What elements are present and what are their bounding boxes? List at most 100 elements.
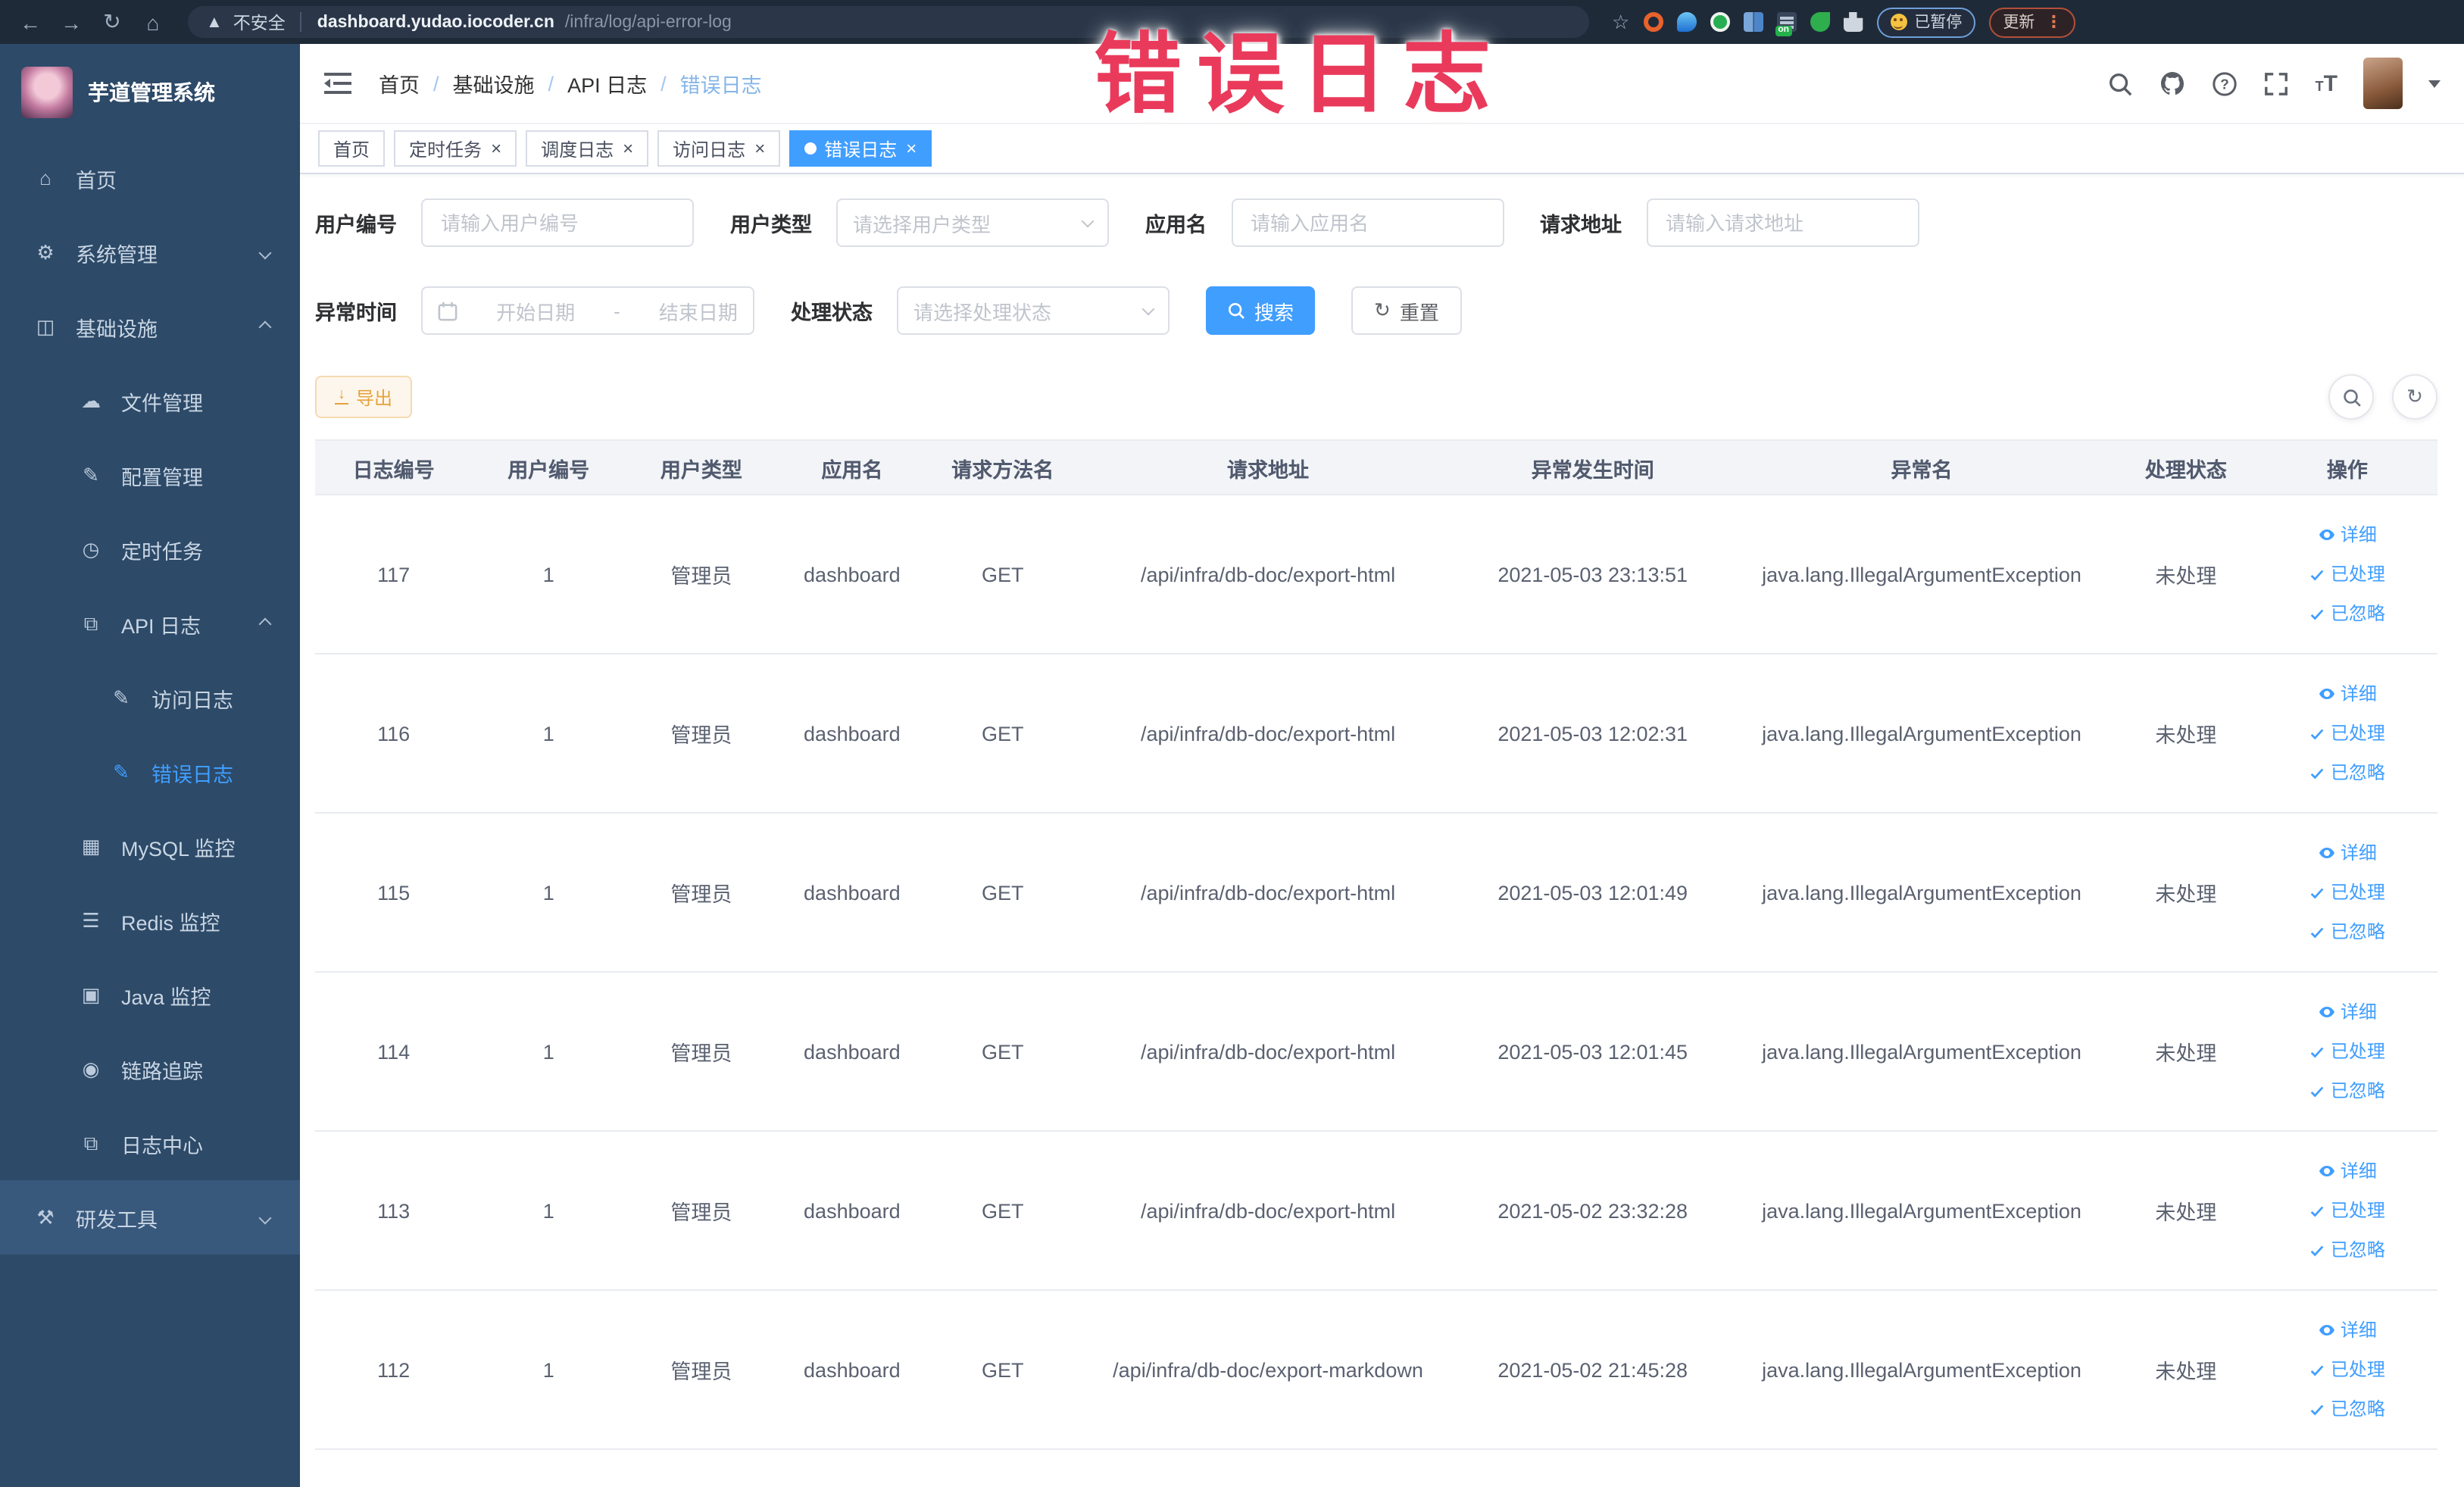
user-id-input[interactable]: [421, 198, 694, 247]
ignored-action-link[interactable]: 已忽略: [2263, 912, 2431, 951]
forward-icon[interactable]: →: [56, 10, 86, 34]
filter-row-2: 异常时间 开始日期 - 结束日期 处理状态 请选择处理状态 搜索 ↻ 重置: [315, 286, 2437, 335]
detail-action-link[interactable]: 详细: [2263, 674, 2431, 714]
table-row: 112 1 管理员 dashboard GET/api/infra/db-doc/exp…: [315, 1290, 2437, 1450]
sidebar-item-label: MySQL 监控: [121, 837, 236, 860]
sidebar-item-config[interactable]: ✎ 配置管理: [0, 438, 300, 512]
address-bar[interactable]: ▲ 不安全 dashboard.yudao.iocoder.cn /infra/…: [188, 6, 1589, 38]
reload-icon[interactable]: ↻: [97, 9, 127, 35]
extensions-puzzle-icon[interactable]: [1843, 12, 1863, 32]
tab-home[interactable]: 首页: [318, 130, 386, 167]
col-user-id: 用户编号: [472, 439, 626, 495]
sidebar-item-file[interactable]: ☁ 文件管理: [0, 364, 300, 438]
sidebar-item-api-log[interactable]: ⧉ API 日志: [0, 586, 300, 661]
extension-icon-5[interactable]: on: [1775, 12, 1797, 36]
processed-action-link[interactable]: 已处理: [2263, 1350, 2431, 1389]
cell-status: 未处理: [2115, 1131, 2257, 1291]
font-size-icon[interactable]: TT: [2316, 70, 2338, 96]
svg-text:?: ?: [2221, 77, 2230, 92]
sidebar-item-label: 配置管理: [121, 466, 203, 489]
browser-menu-icon[interactable]: ⋮: [2045, 12, 2062, 32]
processed-action-link[interactable]: 已处理: [2263, 1032, 2431, 1071]
tab-close-icon[interactable]: ×: [491, 138, 501, 159]
table-row: 113 1 管理员 dashboard GET/api/infra/db-doc/exp…: [315, 1131, 2437, 1291]
refresh-table-button[interactable]: ↻: [2392, 374, 2437, 420]
cell-user_type: 管理员: [625, 654, 778, 814]
caret-down-icon[interactable]: [2428, 80, 2441, 87]
browser-extensions-area: ☆ on 已暂停 更新 ⋮: [1612, 7, 2076, 37]
sidebar-item-java[interactable]: ▣ Java 监控: [0, 957, 300, 1032]
eye-icon: ◉: [82, 1057, 100, 1079]
process-status-label: 处理状态: [791, 301, 873, 324]
search-icon[interactable]: [2108, 70, 2134, 96]
monitor-icon: ◫: [36, 314, 55, 337]
process-status-select[interactable]: 请选择处理状态: [897, 286, 1170, 335]
cell-method: GET: [926, 1290, 1079, 1450]
tab-close-icon[interactable]: ×: [754, 138, 765, 159]
processed-action-link[interactable]: 已处理: [2263, 714, 2431, 753]
search-button[interactable]: 搜索: [1206, 286, 1316, 335]
fullscreen-icon[interactable]: [2264, 70, 2290, 96]
sidebar-item-devtools[interactable]: ⚒ 研发工具: [0, 1180, 300, 1254]
detail-action-link[interactable]: 详细: [2263, 992, 2431, 1032]
exception-time-range-picker[interactable]: 开始日期 - 结束日期: [421, 286, 754, 335]
ignored-action-link[interactable]: 已忽略: [2263, 594, 2431, 633]
extension-icon-3[interactable]: [1710, 12, 1730, 32]
sidebar-item-trace[interactable]: ◉ 链路追踪: [0, 1032, 300, 1106]
detail-action-link[interactable]: 详细: [2263, 515, 2431, 555]
breadcrumb-infra[interactable]: 基础设施: [453, 68, 535, 98]
home-icon[interactable]: ⌂: [138, 10, 168, 34]
tab-schedule-log[interactable]: 调度日志 ×: [526, 130, 649, 167]
col-actions: 操作: [2256, 439, 2437, 495]
sidebar-item-cron[interactable]: ◷ 定时任务: [0, 512, 300, 586]
update-badge[interactable]: 更新 ⋮: [1989, 7, 2076, 37]
ignored-action-link[interactable]: 已忽略: [2263, 1389, 2431, 1429]
tab-access-log[interactable]: 访问日志 ×: [657, 130, 781, 167]
sidebar-item-log-center[interactable]: ⧉ 日志中心: [0, 1106, 300, 1180]
tab-close-icon[interactable]: ×: [906, 138, 917, 159]
request-url-input[interactable]: [1646, 198, 1919, 247]
processed-action-link[interactable]: 已处理: [2263, 1191, 2431, 1230]
breadcrumb-home[interactable]: 首页: [379, 68, 420, 98]
reset-button[interactable]: ↻ 重置: [1351, 286, 1462, 335]
ignored-action-link[interactable]: 已忽略: [2263, 1230, 2431, 1270]
collapse-menu-icon[interactable]: [324, 73, 351, 94]
sidebar-item-access-log[interactable]: ✎ 访问日志: [0, 661, 300, 735]
sidebar-item-redis[interactable]: ☰ Redis 监控: [0, 883, 300, 957]
sidebar-item-mysql[interactable]: ▦ MySQL 监控: [0, 809, 300, 883]
tab-cron-job[interactable]: 定时任务 ×: [394, 130, 517, 167]
sidebar-item-error-log[interactable]: ✎ 错误日志: [0, 735, 300, 809]
export-button[interactable]: ↓ 导出: [315, 376, 413, 418]
sidebar-item-infra[interactable]: ◫ 基础设施: [0, 289, 300, 364]
toggle-search-button[interactable]: [2328, 374, 2374, 420]
cell-time: 2021-05-02 23:32:28: [1457, 1131, 1729, 1291]
tab-error-log[interactable]: 错误日志 ×: [789, 130, 932, 167]
tab-close-icon[interactable]: ×: [623, 138, 633, 159]
detail-action-link[interactable]: 详细: [2263, 1310, 2431, 1350]
paused-badge[interactable]: 已暂停: [1876, 7, 1976, 37]
sidebar-item-system[interactable]: ⚙ 系统管理: [0, 215, 300, 289]
extension-icon-1[interactable]: [1643, 12, 1663, 32]
bookmark-star-icon[interactable]: ☆: [1612, 10, 1629, 34]
processed-action-link[interactable]: 已处理: [2263, 555, 2431, 594]
sidebar-item-home[interactable]: ⌂ 首页: [0, 141, 300, 215]
user-avatar[interactable]: [2363, 58, 2403, 109]
extension-icon-6[interactable]: [1810, 12, 1830, 32]
cell-id: 117: [315, 495, 473, 654]
github-icon[interactable]: [2160, 70, 2187, 97]
breadcrumb-api-log[interactable]: API 日志: [567, 68, 647, 98]
ignored-action-link[interactable]: 已忽略: [2263, 753, 2431, 792]
cell-user_type: 管理员: [625, 1131, 778, 1291]
detail-action-link[interactable]: 详细: [2263, 1151, 2431, 1191]
processed-action-link[interactable]: 已处理: [2263, 873, 2431, 912]
back-icon[interactable]: ←: [15, 10, 45, 34]
help-icon[interactable]: ?: [2213, 70, 2238, 96]
cell-status: 未处理: [2115, 972, 2257, 1132]
extension-icon-2[interactable]: [1676, 12, 1697, 32]
on-badge: on: [1775, 26, 1792, 36]
user-type-select[interactable]: 请选择用户类型: [836, 198, 1109, 247]
app-name-input[interactable]: [1231, 198, 1504, 247]
detail-action-link[interactable]: 详细: [2263, 833, 2431, 873]
extension-icon-4[interactable]: [1743, 12, 1763, 32]
ignored-action-link[interactable]: 已忽略: [2263, 1071, 2431, 1111]
